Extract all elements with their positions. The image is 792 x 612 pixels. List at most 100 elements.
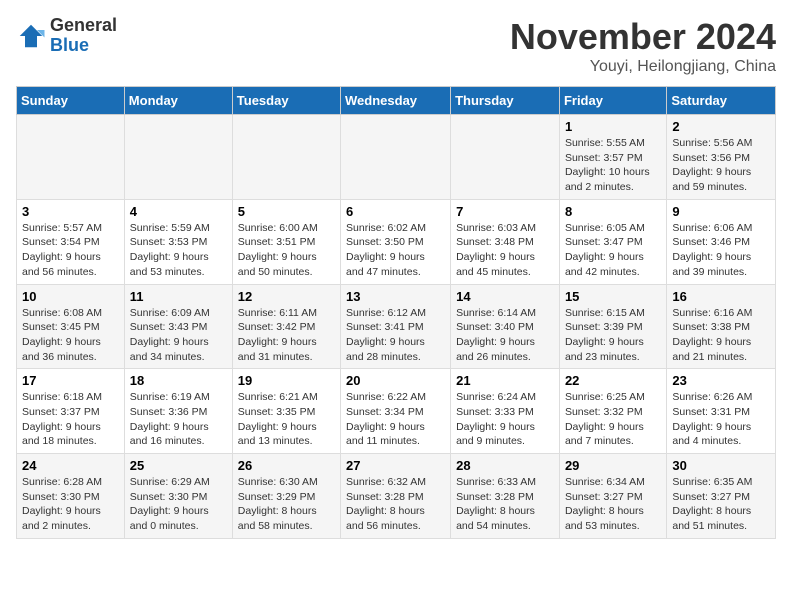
day-cell: 19 Sunrise: 6:21 AMSunset: 3:35 PMDayligh… (232, 369, 340, 454)
day-cell: 30Sunrise: 6:35 AMSunset: 3:27 PMDayligh… (667, 454, 776, 539)
title-area: November 2024 Youyi, Heilongjiang, China (510, 16, 776, 76)
day-number: 4 (130, 204, 227, 219)
title-location: Youyi, Heilongjiang, China (510, 58, 776, 76)
day-number: 14 (456, 289, 554, 304)
day-cell: 25Sunrise: 6:29 AMSunset: 3:30 PMDayligh… (124, 454, 232, 539)
logo-icon (16, 21, 46, 51)
day-cell: 20 Sunrise: 6:22 AMSunset: 3:34 PMDayligh… (341, 369, 451, 454)
calendar-table: SundayMondayTuesdayWednesdayThursdayFrid… (16, 86, 776, 539)
day-info: Sunrise: 5:56 AMSunset: 3:56 PMDaylight:… (672, 136, 770, 195)
day-number: 10 (22, 289, 119, 304)
day-cell: 4 Sunrise: 5:59 AMSunset: 3:53 PMDaylight… (124, 199, 232, 284)
day-cell: 2 Sunrise: 5:56 AMSunset: 3:56 PMDaylight… (667, 115, 776, 200)
day-info: Sunrise: 6:32 AMSunset: 3:28 PMDaylight:… (346, 475, 445, 534)
day-cell (17, 115, 125, 200)
day-cell (451, 115, 560, 200)
day-info: Sunrise: 6:05 AMSunset: 3:47 PMDaylight:… (565, 221, 661, 280)
day-info: Sunrise: 6:22 AMSunset: 3:34 PMDaylight:… (346, 390, 445, 449)
day-cell: 21 Sunrise: 6:24 AMSunset: 3:33 PMDayligh… (451, 369, 560, 454)
header-tuesday: Tuesday (232, 87, 340, 115)
day-cell: 27 Sunrise: 6:32 AMSunset: 3:28 PMDayligh… (341, 454, 451, 539)
day-number: 5 (238, 204, 335, 219)
day-info: Sunrise: 6:15 AMSunset: 3:39 PMDaylight:… (565, 306, 661, 365)
day-number: 19 (238, 373, 335, 388)
week-row-1: 3 Sunrise: 5:57 AMSunset: 3:54 PMDaylight… (17, 199, 776, 284)
day-number: 2 (672, 119, 770, 134)
calendar-header: SundayMondayTuesdayWednesdayThursdayFrid… (17, 87, 776, 115)
day-info: Sunrise: 6:08 AMSunset: 3:45 PMDaylight:… (22, 306, 119, 365)
day-info: Sunrise: 6:00 AMSunset: 3:51 PMDaylight:… (238, 221, 335, 280)
logo: General Blue (16, 16, 117, 56)
day-info: Sunrise: 6:18 AMSunset: 3:37 PMDaylight:… (22, 390, 119, 449)
day-cell: 13 Sunrise: 6:12 AMSunset: 3:41 PMDayligh… (341, 284, 451, 369)
header-saturday: Saturday (667, 87, 776, 115)
day-number: 21 (456, 373, 554, 388)
day-cell: 8 Sunrise: 6:05 AMSunset: 3:47 PMDaylight… (559, 199, 666, 284)
day-cell (232, 115, 340, 200)
day-info: Sunrise: 6:11 AMSunset: 3:42 PMDaylight:… (238, 306, 335, 365)
day-cell: 6Sunrise: 6:02 AMSunset: 3:50 PMDaylight… (341, 199, 451, 284)
header-thursday: Thursday (451, 87, 560, 115)
logo-text: General Blue (50, 16, 117, 56)
day-number: 3 (22, 204, 119, 219)
day-cell (341, 115, 451, 200)
day-cell: 29Sunrise: 6:34 AMSunset: 3:27 PMDayligh… (559, 454, 666, 539)
page-header: General Blue November 2024 Youyi, Heilon… (16, 16, 776, 76)
day-cell: 10 Sunrise: 6:08 AMSunset: 3:45 PMDayligh… (17, 284, 125, 369)
day-number: 20 (346, 373, 445, 388)
day-cell: 17 Sunrise: 6:18 AMSunset: 3:37 PMDayligh… (17, 369, 125, 454)
day-cell: 22 Sunrise: 6:25 AMSunset: 3:32 PMDayligh… (559, 369, 666, 454)
calendar-body: 1 Sunrise: 5:55 AMSunset: 3:57 PMDaylight… (17, 115, 776, 539)
day-info: Sunrise: 5:59 AMSunset: 3:53 PMDaylight:… (130, 221, 227, 280)
day-number: 13 (346, 289, 445, 304)
day-number: 15 (565, 289, 661, 304)
day-cell: 15 Sunrise: 6:15 AMSunset: 3:39 PMDayligh… (559, 284, 666, 369)
week-row-0: 1 Sunrise: 5:55 AMSunset: 3:57 PMDaylight… (17, 115, 776, 200)
day-cell: 24Sunrise: 6:28 AMSunset: 3:30 PMDayligh… (17, 454, 125, 539)
day-info: Sunrise: 6:06 AMSunset: 3:46 PMDaylight:… (672, 221, 770, 280)
day-cell: 16Sunrise: 6:16 AMSunset: 3:38 PMDayligh… (667, 284, 776, 369)
day-info: Sunrise: 5:57 AMSunset: 3:54 PMDaylight:… (22, 221, 119, 280)
day-number: 28 (456, 458, 554, 473)
day-cell: 1 Sunrise: 5:55 AMSunset: 3:57 PMDaylight… (559, 115, 666, 200)
day-info: Sunrise: 5:55 AMSunset: 3:57 PMDaylight:… (565, 136, 661, 195)
day-number: 29 (565, 458, 661, 473)
header-monday: Monday (124, 87, 232, 115)
day-number: 8 (565, 204, 661, 219)
logo-blue: Blue (50, 36, 117, 56)
day-cell: 14Sunrise: 6:14 AMSunset: 3:40 PMDayligh… (451, 284, 560, 369)
day-info: Sunrise: 6:26 AMSunset: 3:31 PMDaylight:… (672, 390, 770, 449)
day-info: Sunrise: 6:25 AMSunset: 3:32 PMDaylight:… (565, 390, 661, 449)
day-cell: 23 Sunrise: 6:26 AMSunset: 3:31 PMDayligh… (667, 369, 776, 454)
week-row-3: 17 Sunrise: 6:18 AMSunset: 3:37 PMDayligh… (17, 369, 776, 454)
day-number: 17 (22, 373, 119, 388)
day-number: 26 (238, 458, 335, 473)
day-info: Sunrise: 6:33 AMSunset: 3:28 PMDaylight:… (456, 475, 554, 534)
day-cell: 12Sunrise: 6:11 AMSunset: 3:42 PMDayligh… (232, 284, 340, 369)
day-cell: 18Sunrise: 6:19 AMSunset: 3:36 PMDayligh… (124, 369, 232, 454)
header-wednesday: Wednesday (341, 87, 451, 115)
day-cell: 5 Sunrise: 6:00 AMSunset: 3:51 PMDaylight… (232, 199, 340, 284)
day-number: 30 (672, 458, 770, 473)
day-info: Sunrise: 6:02 AMSunset: 3:50 PMDaylight:… (346, 221, 445, 280)
header-friday: Friday (559, 87, 666, 115)
day-cell: 11Sunrise: 6:09 AMSunset: 3:43 PMDayligh… (124, 284, 232, 369)
day-info: Sunrise: 6:09 AMSunset: 3:43 PMDaylight:… (130, 306, 227, 365)
day-info: Sunrise: 6:19 AMSunset: 3:36 PMDaylight:… (130, 390, 227, 449)
day-cell: 3 Sunrise: 5:57 AMSunset: 3:54 PMDaylight… (17, 199, 125, 284)
day-number: 27 (346, 458, 445, 473)
week-row-2: 10 Sunrise: 6:08 AMSunset: 3:45 PMDayligh… (17, 284, 776, 369)
logo-general: General (50, 16, 117, 36)
day-number: 7 (456, 204, 554, 219)
day-cell (124, 115, 232, 200)
day-number: 23 (672, 373, 770, 388)
day-cell: 9Sunrise: 6:06 AMSunset: 3:46 PMDaylight… (667, 199, 776, 284)
day-info: Sunrise: 6:24 AMSunset: 3:33 PMDaylight:… (456, 390, 554, 449)
day-number: 1 (565, 119, 661, 134)
day-info: Sunrise: 6:12 AMSunset: 3:41 PMDaylight:… (346, 306, 445, 365)
day-number: 22 (565, 373, 661, 388)
day-info: Sunrise: 6:16 AMSunset: 3:38 PMDaylight:… (672, 306, 770, 365)
day-number: 24 (22, 458, 119, 473)
day-info: Sunrise: 6:21 AMSunset: 3:35 PMDaylight:… (238, 390, 335, 449)
day-info: Sunrise: 6:03 AMSunset: 3:48 PMDaylight:… (456, 221, 554, 280)
